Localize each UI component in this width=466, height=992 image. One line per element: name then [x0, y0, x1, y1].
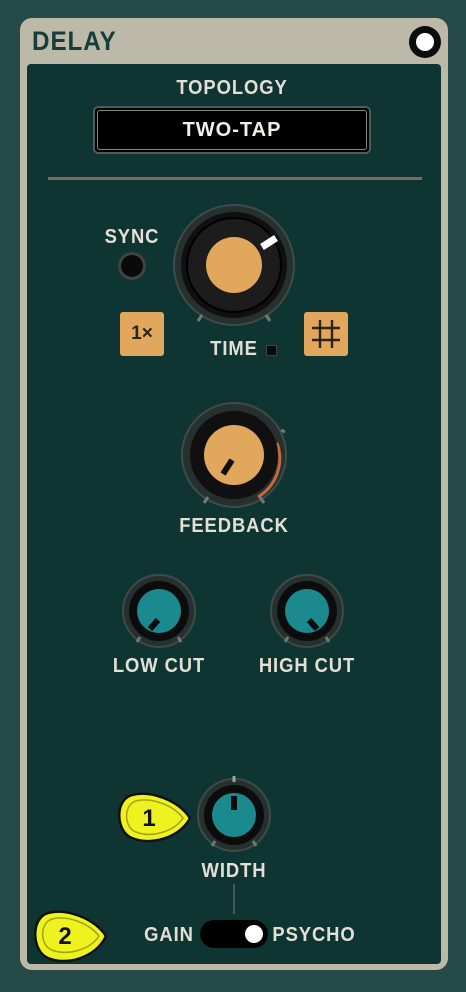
- feedback-knob[interactable]: [181, 402, 287, 508]
- knob-layer: [34, 204, 344, 963]
- low-cut-knob[interactable]: [122, 574, 196, 648]
- marker-2-number: 2: [58, 923, 72, 950]
- width-knob[interactable]: [197, 776, 271, 852]
- time-knob[interactable]: [173, 204, 295, 326]
- high-cut-knob[interactable]: [270, 574, 344, 648]
- marker-1-number: 1: [142, 805, 156, 832]
